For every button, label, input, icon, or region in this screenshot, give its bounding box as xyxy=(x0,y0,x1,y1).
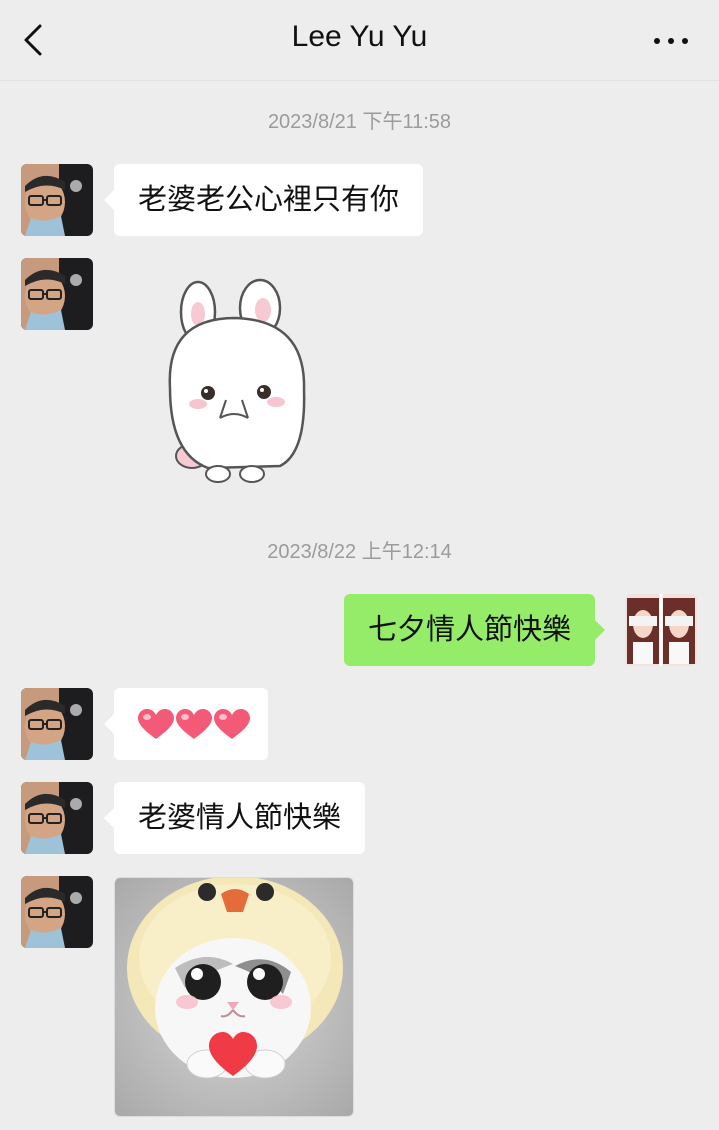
incoming-message[interactable]: 老婆情人節快樂 xyxy=(103,782,366,854)
outgoing-message[interactable]: 七夕情人節快樂 xyxy=(344,594,606,666)
contact-avatar[interactable] xyxy=(21,876,93,948)
chat-title: Lee Yu Yu xyxy=(291,20,428,53)
woman-portrait-avatar xyxy=(625,594,697,666)
man-portrait-avatar xyxy=(21,164,93,236)
self-avatar[interactable] xyxy=(625,594,697,666)
incoming-message[interactable]: 老婆老公心裡只有你 xyxy=(103,164,424,236)
heart-icon xyxy=(214,709,250,740)
timestamp: 2023/8/21 下午11:58 xyxy=(267,111,452,133)
bunny-sticker[interactable] xyxy=(160,278,310,493)
man-portrait-avatar xyxy=(21,688,93,760)
timestamp: 2023/8/22 上午12:14 xyxy=(267,541,452,563)
image-message[interactable] xyxy=(114,877,354,1117)
heart-icon xyxy=(176,709,212,740)
kitten-heart-image xyxy=(115,878,353,1116)
chat-screen: Lee Yu Yu 2023/8/21 下午11:58 老婆老公心裡只有你 20… xyxy=(0,0,719,1130)
contact-avatar[interactable] xyxy=(21,688,93,760)
contact-avatar[interactable] xyxy=(21,782,93,854)
contact-avatar[interactable] xyxy=(21,258,93,330)
white-bunny-sticker-icon xyxy=(168,278,306,483)
incoming-emoji-message[interactable] xyxy=(104,688,268,760)
heart-icon xyxy=(138,709,174,740)
man-portrait-avatar xyxy=(21,258,93,330)
more-button[interactable] xyxy=(651,26,691,56)
more-dots-icon xyxy=(654,38,688,44)
hearts-emoji-row xyxy=(138,709,250,741)
man-portrait-avatar xyxy=(21,876,93,948)
contact-avatar[interactable] xyxy=(21,164,93,236)
man-portrait-avatar xyxy=(21,782,93,854)
chat-header: Lee Yu Yu xyxy=(0,0,719,81)
